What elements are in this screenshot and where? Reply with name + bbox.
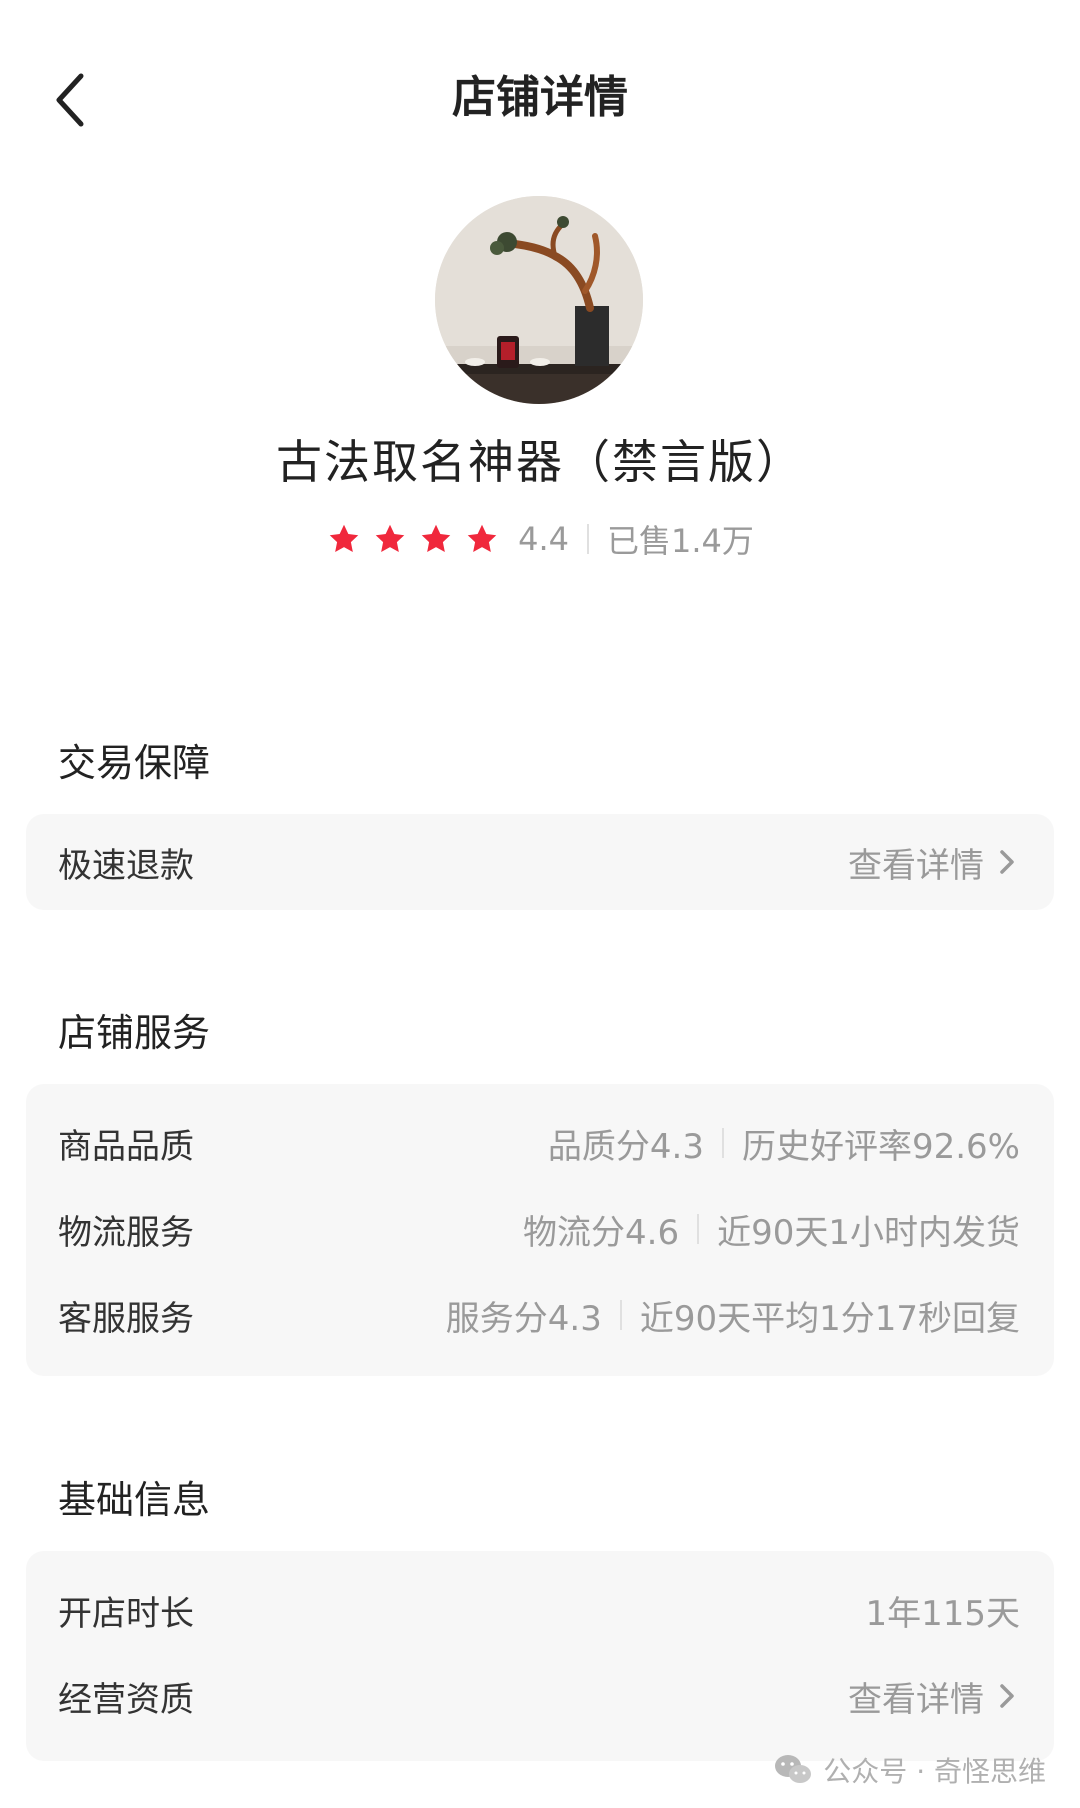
chevron-right-icon — [1000, 850, 1014, 874]
wechat-icon — [775, 1755, 812, 1783]
star-icon — [329, 524, 359, 553]
service-card: 商品品质 品质分4.3 历史好评率92.6% 物流服务 物流分4.6 近90天1… — [26, 1084, 1054, 1376]
row-value: 品质分4.3 历史好评率92.6% — [548, 1119, 1020, 1168]
row-customer-service: 客服服务 服务分4.3 近90天平均1分17秒回复 — [26, 1280, 1054, 1350]
rating-row: 4.4 已售1.4万 — [0, 515, 1080, 563]
divider — [721, 1128, 724, 1158]
row-open-duration: 开店时长 1年115天 — [26, 1575, 1054, 1645]
link-label: 查看详情 — [848, 1679, 984, 1720]
score-text: 物流分4.6 — [523, 1212, 680, 1253]
row-label: 商品品质 — [58, 1126, 194, 1167]
score-text: 服务分4.3 — [445, 1298, 602, 1339]
link-label: 查看详情 — [848, 845, 984, 886]
section-title-service: 店铺服务 — [58, 1011, 211, 1055]
shop-avatar — [435, 196, 643, 404]
section-title-trade: 交易保障 — [58, 741, 211, 785]
row-label: 开店时长 — [58, 1593, 194, 1634]
row-value: 服务分4.3 近90天平均1分17秒回复 — [446, 1291, 1020, 1340]
row-qualification[interactable]: 经营资质 查看详情 — [26, 1661, 1054, 1731]
trade-card: 极速退款 查看详情 — [26, 814, 1054, 910]
star-icon — [375, 524, 405, 553]
row-label: 经营资质 — [58, 1679, 194, 1720]
detail-text: 近90天平均1分17秒回复 — [639, 1298, 1020, 1339]
row-quality: 商品品质 品质分4.3 历史好评率92.6% — [26, 1108, 1054, 1178]
detail-text: 历史好评率92.6% — [741, 1126, 1020, 1167]
view-details-link[interactable]: 查看详情 — [848, 838, 1020, 887]
page-title: 店铺详情 — [452, 72, 628, 123]
shop-name: 古法取名神器（禁言版） — [276, 435, 804, 489]
chevron-right-icon — [1000, 1684, 1014, 1708]
row-value: 物流分4.6 近90天1小时内发货 — [523, 1205, 1020, 1254]
sold-count: 已售1.4万 — [606, 522, 754, 560]
row-label: 客服服务 — [58, 1298, 194, 1339]
row-label: 极速退款 — [58, 845, 194, 886]
basic-card: 开店时长 1年115天 经营资质 查看详情 — [26, 1551, 1054, 1761]
section-title-basic: 基础信息 — [58, 1478, 211, 1522]
row-logistics: 物流服务 物流分4.6 近90天1小时内发货 — [26, 1194, 1054, 1264]
star-icon — [421, 524, 451, 553]
rating-score: 4.4 — [518, 520, 569, 558]
star-icon — [467, 524, 497, 553]
watermark: 公众号 · 奇怪思维 — [773, 1750, 1046, 1790]
detail-text: 近90天1小时内发货 — [717, 1212, 1020, 1253]
row-label: 物流服务 — [58, 1212, 194, 1253]
divider — [619, 1300, 622, 1330]
score-text: 品质分4.3 — [547, 1126, 704, 1167]
row-refund[interactable]: 极速退款 查看详情 — [26, 827, 1054, 897]
view-details-link[interactable]: 查看详情 — [848, 1672, 1020, 1721]
divider — [586, 524, 589, 554]
top-bar: 店铺详情 — [0, 0, 1080, 200]
divider — [697, 1214, 700, 1244]
row-value: 1年115天 — [865, 1593, 1020, 1634]
watermark-text: 公众号 · 奇怪思维 — [823, 1755, 1046, 1788]
star-rating — [326, 521, 500, 557]
